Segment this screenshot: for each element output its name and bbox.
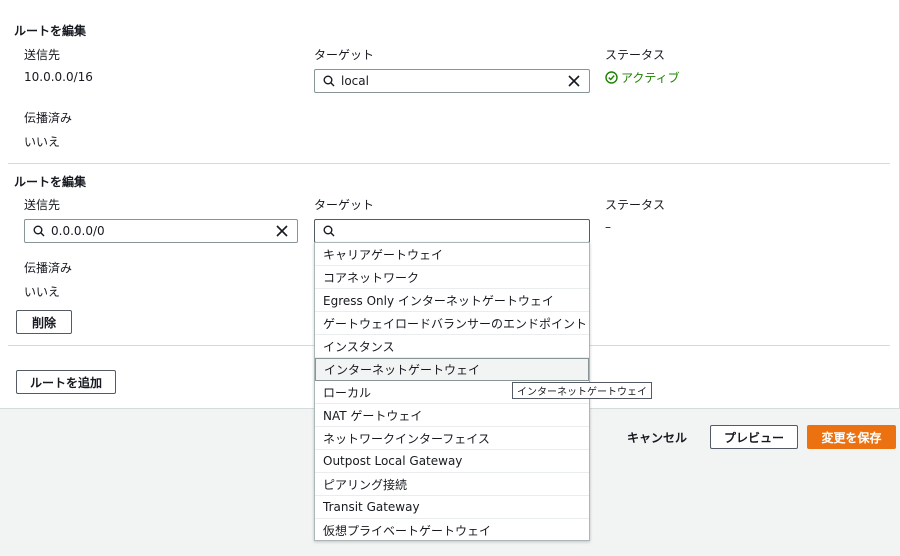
route2-propagated-value: いいえ (24, 285, 61, 299)
route1-destination-label: 送信先 (24, 48, 61, 62)
tooltip: インターネットゲートウェイ (512, 382, 652, 399)
route2-status-value: – (605, 220, 611, 234)
dropdown-option[interactable]: ピアリング接続 (315, 473, 589, 496)
preview-button[interactable]: プレビュー (710, 425, 798, 449)
route1-target-input[interactable]: local (314, 69, 590, 93)
route1-status: アクティブ (605, 69, 680, 86)
save-changes-button[interactable]: 変更を保存 (807, 425, 896, 449)
route2-heading: ルートを編集 (14, 175, 87, 189)
route1-status-value: アクティブ (621, 71, 680, 85)
route1-destination-value: 10.0.0.0/16 (24, 70, 93, 84)
search-icon (33, 225, 45, 237)
route1-status-label: ステータス (605, 48, 666, 62)
dropdown-option[interactable]: コアネットワーク (315, 266, 589, 289)
route2-destination-label: 送信先 (24, 198, 61, 212)
dropdown-option[interactable]: キャリアゲートウェイ (315, 243, 589, 266)
delete-button[interactable]: 削除 (16, 310, 72, 334)
cancel-button[interactable]: キャンセル (620, 425, 694, 449)
dropdown-option[interactable]: 仮想プライベートゲートウェイ (315, 519, 589, 542)
route2-destination-value: 0.0.0.0/0 (51, 224, 105, 238)
search-icon (323, 225, 335, 237)
dropdown-option[interactable]: NAT ゲートウェイ (315, 404, 589, 427)
add-route-button[interactable]: ルートを追加 (16, 370, 116, 394)
route2-target-input[interactable] (314, 219, 590, 243)
dropdown-option[interactable]: ゲートウェイロードバランサーのエンドポイント (315, 312, 589, 335)
route2-target-label: ターゲット (314, 198, 375, 212)
route1-target-value: local (341, 74, 369, 88)
route1-propagated-label: 伝播済み (24, 111, 73, 125)
clear-icon[interactable] (275, 224, 289, 238)
route2-destination-input[interactable]: 0.0.0.0/0 (24, 219, 298, 243)
dropdown-option[interactable]: インスタンス (315, 335, 589, 358)
dropdown-option[interactable]: Outpost Local Gateway (315, 450, 589, 473)
search-icon (323, 75, 335, 87)
route1-target-label: ターゲット (314, 48, 375, 62)
dropdown-option[interactable]: ネットワークインターフェイス (315, 427, 589, 450)
route2-status-label: ステータス (605, 198, 666, 212)
route1-heading: ルートを編集 (14, 24, 87, 38)
dropdown-option[interactable]: Egress Only インターネットゲートウェイ (315, 289, 589, 312)
dropdown-option[interactable]: Transit Gateway (315, 496, 589, 519)
route2-propagated-label: 伝播済み (24, 261, 73, 275)
route1-propagated-value: いいえ (24, 135, 61, 149)
clear-icon[interactable] (567, 74, 581, 88)
divider (8, 163, 890, 164)
dropdown-option-hovered[interactable]: インターネットゲートウェイ (315, 358, 589, 381)
success-check-icon (605, 71, 618, 84)
